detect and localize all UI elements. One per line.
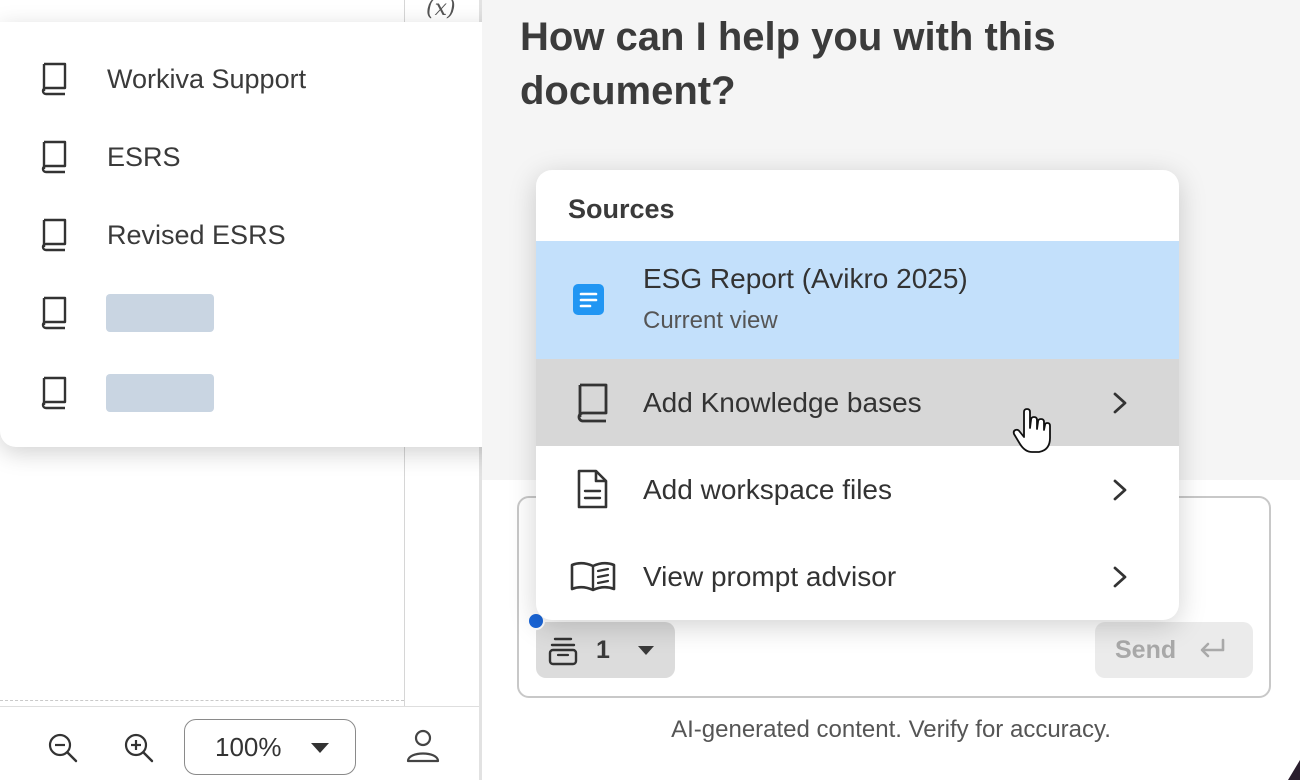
enter-icon <box>1200 638 1225 658</box>
kb-item-label: ESRS <box>107 141 181 172</box>
zoom-level-select[interactable]: 100% <box>184 719 356 775</box>
chevron-down-icon <box>311 743 329 753</box>
zoom-out-icon[interactable] <box>46 731 80 765</box>
kb-item-workiva-support[interactable]: Workiva Support <box>0 42 536 116</box>
pointer-hand-icon <box>1012 408 1051 453</box>
menu-item-label: Add workspace files <box>643 474 893 505</box>
sources-button[interactable]: 1 <box>536 622 675 678</box>
book-icon <box>41 376 67 410</box>
sources-count: 1 <box>596 636 610 664</box>
kb-item-revised-esrs[interactable]: Revised ESRS <box>0 198 536 272</box>
loading-placeholder <box>106 294 214 332</box>
file-icon <box>577 469 608 509</box>
kb-item-loading[interactable] <box>0 356 536 430</box>
kb-item-esrs[interactable]: ESRS <box>0 120 536 194</box>
send-label: Send <box>1115 636 1177 664</box>
open-book-icon <box>570 561 616 592</box>
variable-icon[interactable]: (x) <box>426 0 456 21</box>
assistant-headline: How can I help you with this document? <box>520 15 1056 113</box>
chevron-down-icon <box>638 646 654 655</box>
view-prompt-advisor-item[interactable]: View prompt advisor <box>536 533 1179 620</box>
source-current-document[interactable]: ESG Report (Avikro 2025) Current view <box>536 241 1179 359</box>
book-icon <box>41 296 67 330</box>
chevron-right-icon <box>1113 566 1127 588</box>
menu-item-label: Add Knowledge bases <box>643 387 922 418</box>
knowledge-bases-menu: Workiva Support ESRS Revised ESRS <box>0 22 536 447</box>
loading-placeholder <box>106 374 214 412</box>
add-knowledge-bases-item[interactable]: Add Knowledge bases <box>536 359 1179 446</box>
page-divider <box>0 700 404 701</box>
book-icon <box>41 62 67 96</box>
zoom-in-icon[interactable] <box>122 731 156 765</box>
sources-menu-title: Sources <box>568 194 675 224</box>
kb-item-label: Workiva Support <box>107 63 307 94</box>
sources-menu: Sources ESG Report (Avikro 2025) Current… <box>536 170 1179 620</box>
book-icon <box>41 218 67 252</box>
kb-item-loading[interactable] <box>0 276 536 350</box>
sources-stack-icon <box>548 637 578 666</box>
current-document-subtitle: Current view <box>643 307 778 334</box>
document-icon <box>573 284 604 315</box>
zoom-toolbar: 100% <box>0 706 479 780</box>
zoom-value: 100% <box>215 731 282 762</box>
chevron-right-icon <box>1113 479 1127 501</box>
book-icon <box>41 140 67 174</box>
kb-item-label: Revised ESRS <box>107 219 286 250</box>
ai-disclaimer: AI-generated content. Verify for accurac… <box>671 716 1111 743</box>
window-corner <box>1288 760 1300 780</box>
current-document-title: ESG Report (Avikro 2025) <box>643 263 968 294</box>
user-icon[interactable] <box>404 727 442 765</box>
send-button[interactable]: Send <box>1095 622 1253 678</box>
menu-item-label: View prompt advisor <box>643 561 897 592</box>
book-icon <box>577 383 608 423</box>
add-workspace-files-item[interactable]: Add workspace files <box>536 446 1179 533</box>
chevron-right-icon <box>1113 392 1127 414</box>
